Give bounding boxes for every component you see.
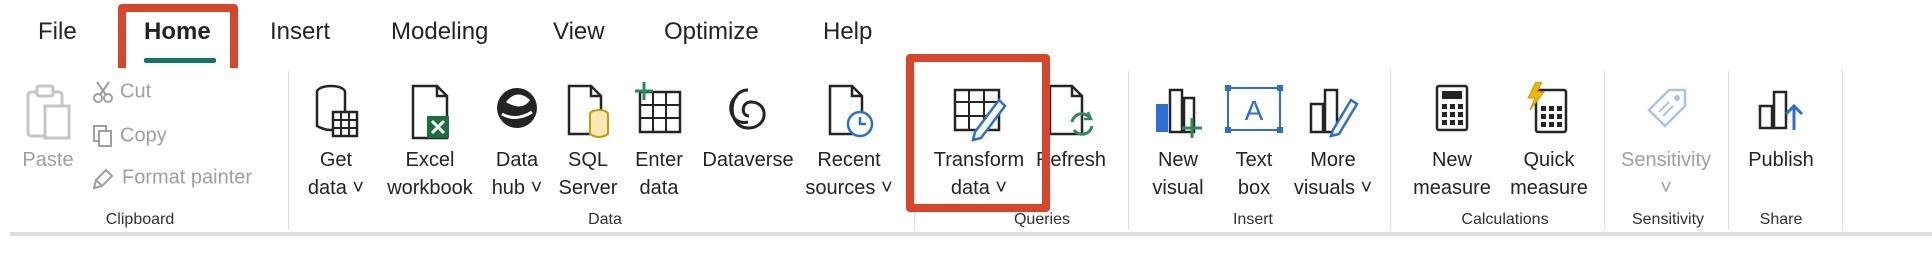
new-visual-icon bbox=[1156, 88, 1202, 138]
new-visual-button[interactable]: New visual bbox=[1138, 82, 1218, 202]
paste-icon bbox=[26, 84, 71, 140]
group-separator bbox=[1604, 70, 1605, 230]
more-visuals-label-1: More bbox=[1310, 149, 1356, 171]
sensitivity-label: Sensitivity bbox=[1620, 149, 1712, 171]
group-label-queries: Queries bbox=[1013, 211, 1071, 228]
transform-data-button[interactable]: Transform data ˅ bbox=[926, 82, 1032, 202]
group-label-share: Share bbox=[1759, 211, 1803, 228]
group-separator bbox=[914, 70, 915, 230]
text-box-icon: A bbox=[1225, 85, 1283, 133]
data-hub-button[interactable]: Data hub ˅ bbox=[484, 82, 550, 202]
sensitivity-button[interactable]: Sensitivity ˅ bbox=[1614, 82, 1718, 202]
paste-button[interactable]: Paste bbox=[18, 82, 78, 182]
table-add-icon bbox=[635, 82, 682, 134]
format-painter-button[interactable]: Format painter bbox=[92, 166, 252, 190]
new-visual-label-1: New bbox=[1157, 149, 1198, 171]
text-box-button[interactable]: A Text box bbox=[1218, 82, 1290, 202]
new-measure-label-1: New bbox=[1431, 149, 1472, 171]
active-tab-indicator bbox=[144, 58, 216, 63]
dataverse-icon bbox=[729, 88, 766, 130]
format-painter-label: Format painter bbox=[122, 166, 253, 189]
get-data-button[interactable]: Get data ˅ bbox=[300, 82, 372, 202]
sql-label-1: SQL bbox=[567, 149, 609, 171]
data-hub-label-2: hub ˅ bbox=[491, 177, 543, 199]
cut-button[interactable]: Cut bbox=[92, 80, 151, 104]
ribbon-tab-bar: File Home Insert Modeling View Optimize … bbox=[0, 0, 1932, 68]
more-visuals-label-2: visuals ˅ bbox=[1293, 177, 1373, 199]
tab-view[interactable]: View bbox=[553, 18, 605, 46]
tab-file[interactable]: File bbox=[38, 18, 77, 46]
group-separator bbox=[1390, 70, 1391, 230]
publish-icon bbox=[1758, 90, 1804, 130]
transform-data-icon bbox=[953, 88, 1007, 142]
database-icon bbox=[315, 84, 359, 138]
paste-label: Paste bbox=[22, 149, 74, 171]
refresh-button[interactable]: Refresh bbox=[1032, 82, 1110, 202]
svg-text:A: A bbox=[1245, 95, 1264, 126]
copy-icon bbox=[93, 125, 112, 147]
sensitivity-chevron-icon: ˅ bbox=[1660, 177, 1672, 199]
group-label-insert: Insert bbox=[1232, 211, 1273, 228]
data-hub-label-1: Data bbox=[495, 149, 539, 171]
group-label-data: Data bbox=[588, 211, 622, 228]
enter-data-label-1: Enter bbox=[635, 149, 683, 171]
dataverse-label: Dataverse bbox=[702, 149, 794, 171]
tab-help[interactable]: Help bbox=[823, 18, 872, 46]
sql-label-2: Server bbox=[558, 177, 618, 199]
transform-label-2: data ˅ bbox=[950, 177, 1008, 199]
dataverse-button[interactable]: Dataverse bbox=[696, 82, 800, 202]
refresh-label: Refresh bbox=[1035, 149, 1107, 171]
quick-measure-label-2: measure bbox=[1510, 177, 1588, 199]
excel-workbook-button[interactable]: Excel workbook bbox=[382, 82, 478, 202]
excel-label-1: Excel bbox=[405, 149, 455, 171]
text-box-label-2: box bbox=[1237, 177, 1271, 199]
sensitivity-label-icon bbox=[1647, 88, 1687, 128]
new-visual-label-2: visual bbox=[1152, 177, 1204, 199]
tab-optimize[interactable]: Optimize bbox=[664, 18, 759, 46]
calculator-icon bbox=[1435, 84, 1469, 132]
group-label-clipboard: Clipboard bbox=[105, 211, 175, 228]
excel-icon bbox=[411, 84, 449, 140]
group-separator bbox=[288, 70, 289, 230]
group-label-calculations: Calculations bbox=[1461, 211, 1549, 228]
copy-label: Copy bbox=[120, 124, 167, 147]
more-visuals-icon bbox=[1309, 88, 1359, 138]
enter-data-label-2: data bbox=[639, 177, 679, 199]
cut-label: Cut bbox=[120, 80, 152, 103]
new-measure-label-2: measure bbox=[1413, 177, 1491, 199]
sql-server-button[interactable]: SQL Server bbox=[556, 82, 620, 202]
recent-sources-icon bbox=[828, 84, 874, 138]
format-painter-icon bbox=[92, 168, 114, 190]
data-hub-icon bbox=[497, 88, 537, 128]
text-box-label-1: Text bbox=[1235, 149, 1273, 171]
group-separator bbox=[1842, 70, 1843, 230]
tab-home[interactable]: Home bbox=[144, 18, 211, 46]
tab-insert[interactable]: Insert bbox=[270, 18, 330, 46]
enter-data-button[interactable]: Enter data bbox=[628, 82, 690, 202]
sql-server-icon bbox=[567, 84, 609, 138]
tab-modeling[interactable]: Modeling bbox=[391, 18, 488, 46]
recent-label-1: Recent bbox=[817, 149, 881, 171]
get-data-label-2: data ˅ bbox=[307, 177, 365, 199]
refresh-icon bbox=[1048, 84, 1094, 136]
quick-measure-label-1: Quick bbox=[1523, 149, 1575, 171]
group-separator bbox=[1728, 70, 1729, 230]
transform-label-1: Transform bbox=[933, 149, 1025, 171]
group-label-sensitivity: Sensitivity bbox=[1631, 211, 1705, 228]
new-measure-button[interactable]: New measure bbox=[1402, 82, 1502, 202]
publish-label: Publish bbox=[1748, 149, 1814, 171]
group-separator bbox=[1128, 70, 1129, 230]
copy-button[interactable]: Copy bbox=[92, 124, 167, 148]
more-visuals-button[interactable]: More visuals ˅ bbox=[1290, 82, 1376, 202]
excel-label-2: workbook bbox=[387, 177, 473, 199]
publish-button[interactable]: Publish bbox=[1740, 82, 1822, 202]
get-data-label-1: Get bbox=[319, 149, 353, 171]
quick-measure-button[interactable]: Quick measure bbox=[1502, 82, 1596, 202]
quick-measure-icon bbox=[1527, 82, 1568, 134]
recent-label-2: sources ˅ bbox=[805, 177, 893, 199]
recent-sources-button[interactable]: Recent sources ˅ bbox=[804, 82, 894, 202]
scissors-icon bbox=[93, 81, 113, 103]
